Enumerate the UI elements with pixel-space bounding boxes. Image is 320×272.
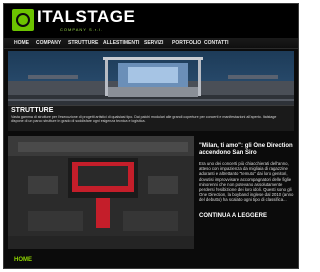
- nav-item-contatti[interactable]: CONTATTI: [204, 39, 229, 47]
- footer-home-link[interactable]: HOME: [14, 257, 32, 263]
- hero-caption: STRUTTURE Vasta gamma di strutture per l…: [8, 106, 294, 131]
- main-nav: HOME COMPANY STRUTTURE ALLESTIMENTI SERV…: [4, 38, 298, 49]
- hero-title[interactable]: STRUTTURE: [11, 107, 53, 114]
- brand-subtitle: COMPANY S.r.l.: [60, 27, 103, 32]
- article-title[interactable]: "Milan, ti amo": gli One Direction accen…: [199, 143, 297, 157]
- page-frame: ITALSTAGE COMPANY S.r.l. HOME COMPANY ST…: [4, 4, 298, 268]
- nav-item-strutture[interactable]: STRUTTURE: [68, 39, 98, 47]
- hero-banner[interactable]: STRUTTURE Vasta gamma di strutture per l…: [8, 51, 294, 131]
- hero-description: Vasta gamma di strutture per l'esecuzion…: [11, 115, 277, 124]
- nav-item-servizi[interactable]: SERVIZI: [144, 39, 163, 47]
- nav-item-portfolio[interactable]: PORTFOLIO: [172, 39, 201, 47]
- concert-stage-photo[interactable]: [8, 136, 194, 249]
- brand-name[interactable]: ITALSTAGE: [37, 8, 135, 26]
- nav-item-allestimenti[interactable]: ALLESTIMENTI: [103, 39, 139, 47]
- site-header: ITALSTAGE COMPANY S.r.l.: [4, 4, 298, 38]
- stage-aerial-image: [8, 136, 194, 249]
- nav-item-home[interactable]: HOME: [14, 39, 29, 47]
- read-more-link[interactable]: CONTINUA A LEGGERE: [199, 213, 267, 219]
- article-excerpt: Era uno dei concerti più chiacchierati d…: [199, 161, 294, 203]
- logo-icon[interactable]: [12, 9, 34, 31]
- nav-item-company[interactable]: COMPANY: [36, 39, 61, 47]
